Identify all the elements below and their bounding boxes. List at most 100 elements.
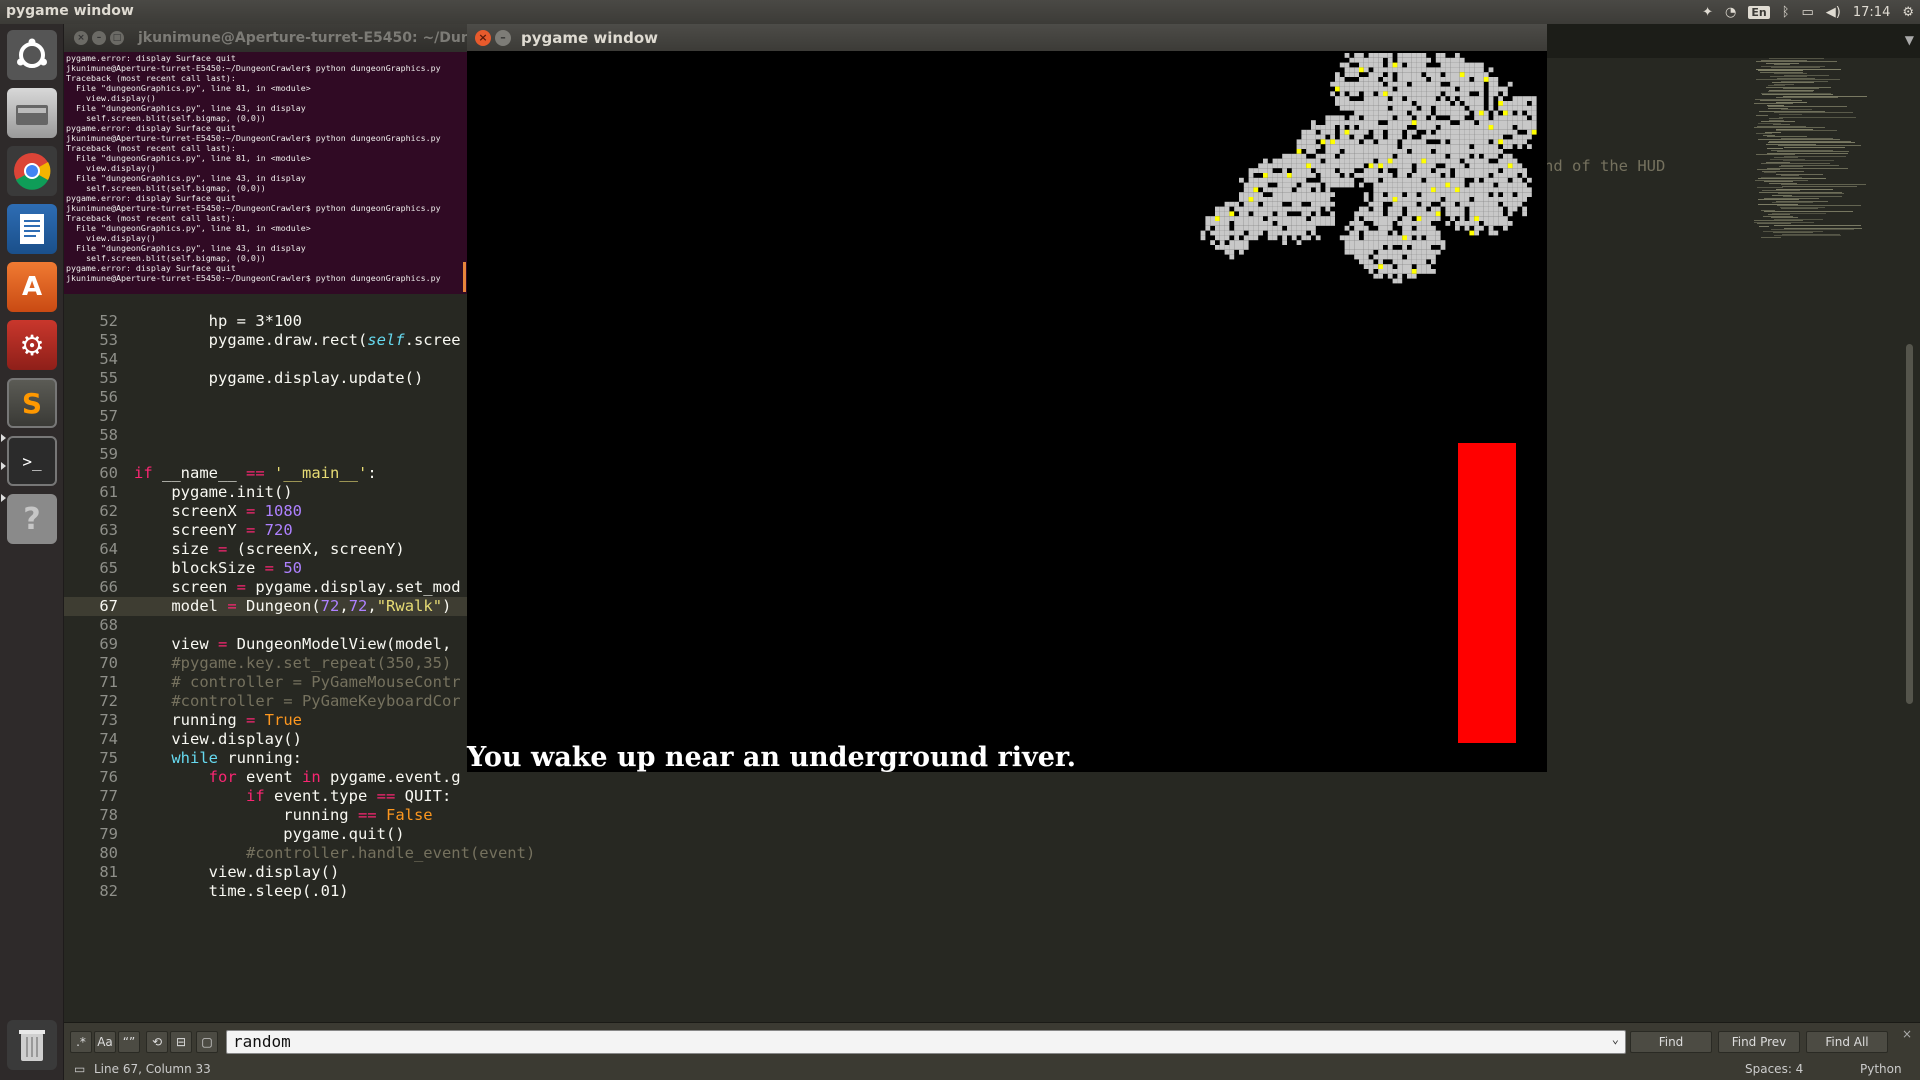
map-floor-tile [1267, 201, 1273, 207]
map-floor-tile [1488, 120, 1494, 125]
libreoffice-writer-icon[interactable] [7, 204, 57, 254]
trash-icon[interactable] [7, 1020, 57, 1070]
software-center-icon[interactable]: A [7, 262, 57, 312]
map-floor-tile [1210, 221, 1215, 226]
map-floor-tile [1315, 182, 1321, 188]
map-floor-tile [1421, 269, 1427, 274]
map-floor-tile [1330, 153, 1335, 159]
map-floor-tile [1426, 105, 1431, 111]
maximize-icon[interactable]: □ [110, 31, 124, 45]
code-line: 58 [99, 426, 118, 444]
map-floor-tile [1263, 168, 1268, 173]
chrome-icon[interactable] [7, 146, 57, 196]
whole-word-toggle[interactable]: “” [118, 1031, 140, 1053]
map-floor-tile [1291, 158, 1297, 164]
wrap-toggle[interactable]: ⟲ [146, 1031, 168, 1053]
pygame-window[interactable]: × – pygame window You wake up near an un… [467, 24, 1547, 773]
tab-overflow-icon[interactable]: ▼ [1905, 33, 1914, 47]
code-line: 79 pygame.quit() [99, 825, 405, 843]
map-floor-tile [1296, 177, 1302, 183]
sublime-text-icon[interactable]: S [7, 378, 57, 428]
find-prev-button[interactable]: Find Prev [1718, 1031, 1800, 1053]
minimize-icon[interactable]: – [495, 30, 511, 46]
bluetooth-icon[interactable]: ᛒ [1782, 5, 1790, 20]
highlight-toggle[interactable]: ▢ [196, 1031, 218, 1053]
find-input[interactable]: random ⌄ [226, 1030, 1626, 1054]
minimize-icon[interactable]: – [92, 31, 106, 45]
syntax-setting[interactable]: Python [1860, 1062, 1902, 1076]
map-floor-tile [1243, 225, 1249, 231]
chevron-down-icon[interactable]: ⌄ [1612, 1032, 1619, 1046]
system-settings-icon[interactable]: ⚙ [7, 320, 57, 370]
map-floor-tile [1306, 158, 1311, 164]
map-floor-tile [1483, 206, 1489, 212]
terminal-line: self.screen.blit(self.bigmap, (0,0)) [66, 253, 266, 263]
map-floor-tile [1306, 182, 1311, 188]
map-floor-tile [1483, 201, 1489, 207]
map-floor-tile [1378, 72, 1383, 77]
in-selection-toggle[interactable]: ⊟ [170, 1031, 192, 1053]
panel-toggle-icon[interactable]: ▭ [74, 1062, 85, 1076]
clock[interactable]: 17:14 [1853, 5, 1890, 20]
gear-icon[interactable]: ⚙ [1902, 5, 1914, 20]
battery-icon[interactable]: ▭ [1802, 5, 1814, 20]
help-icon[interactable]: ? [7, 494, 57, 544]
map-floor-tile [1354, 230, 1359, 236]
game-canvas[interactable]: You wake up near an underground river. [467, 51, 1547, 773]
map-floor-tile [1339, 62, 1345, 68]
find-button[interactable]: Find [1630, 1031, 1712, 1053]
map-floor-tile [1373, 57, 1379, 63]
map-floor-tile [1503, 187, 1508, 193]
case-toggle[interactable]: Aa [94, 1031, 116, 1053]
map-floor-tile [1431, 72, 1436, 77]
pygame-titlebar[interactable]: × – pygame window [467, 24, 1547, 51]
map-floor-tile [1488, 91, 1494, 97]
map-floor-tile [1311, 206, 1316, 212]
map-floor-tile [1248, 206, 1254, 212]
map-floor-tile [1373, 129, 1379, 135]
wifi-icon[interactable]: ◔ [1725, 5, 1736, 20]
map-floor-tile [1373, 273, 1379, 279]
terminal-titlebar[interactable]: × – □ jkunimune@Aperture-turret-E5450: ~… [64, 24, 468, 52]
volume-icon[interactable]: ◀) [1826, 5, 1841, 20]
terminal-icon[interactable]: >_ [7, 436, 57, 486]
dungeon-minimap [1200, 53, 1537, 284]
map-floor-tile [1431, 259, 1436, 265]
map-floor-tile [1407, 206, 1412, 212]
indentation-setting[interactable]: Spaces: 4 [1745, 1062, 1803, 1076]
close-icon[interactable]: × [74, 31, 88, 45]
map-floor-tile [1411, 206, 1417, 212]
ubuntu-dash-icon[interactable] [7, 30, 57, 80]
vertical-scrollbar[interactable] [1906, 344, 1913, 704]
map-floor-tile [1234, 240, 1239, 245]
files-icon[interactable] [7, 88, 57, 138]
map-floor-tile [1378, 110, 1383, 116]
dropbox-icon[interactable]: ✦ [1702, 5, 1713, 20]
map-floor-tile [1287, 187, 1292, 193]
map-floor-tile [1493, 230, 1499, 236]
map-floor-tile [1431, 67, 1436, 73]
map-floor-tile [1440, 86, 1446, 92]
map-floor-tile [1402, 139, 1407, 145]
find-all-button[interactable]: Find All [1806, 1031, 1888, 1053]
map-floor-tile [1330, 120, 1335, 125]
map-floor-tile [1507, 211, 1513, 217]
map-floor-tile [1330, 115, 1335, 121]
minimap[interactable] [1754, 58, 1874, 258]
regex-toggle[interactable]: .* [70, 1031, 92, 1053]
map-floor-tile [1224, 245, 1230, 250]
map-floor-tile [1507, 221, 1513, 226]
map-floor-tile [1435, 153, 1441, 159]
map-floor-tile [1368, 177, 1374, 183]
keyboard-layout-indicator[interactable]: En [1748, 5, 1770, 19]
map-floor-tile [1411, 144, 1417, 149]
map-floor-tile [1335, 72, 1340, 77]
map-floor-tile [1435, 57, 1441, 63]
terminal-line: Traceback (most recent call last): [66, 73, 236, 83]
map-floor-tile [1426, 269, 1431, 274]
map-floor-tile [1416, 173, 1422, 178]
map-floor-tile [1325, 201, 1331, 207]
terminal-window[interactable]: × – □ jkunimune@Aperture-turret-E5450: ~… [64, 24, 468, 294]
close-icon[interactable]: × [475, 30, 491, 46]
close-icon[interactable]: × [1902, 1027, 1912, 1041]
